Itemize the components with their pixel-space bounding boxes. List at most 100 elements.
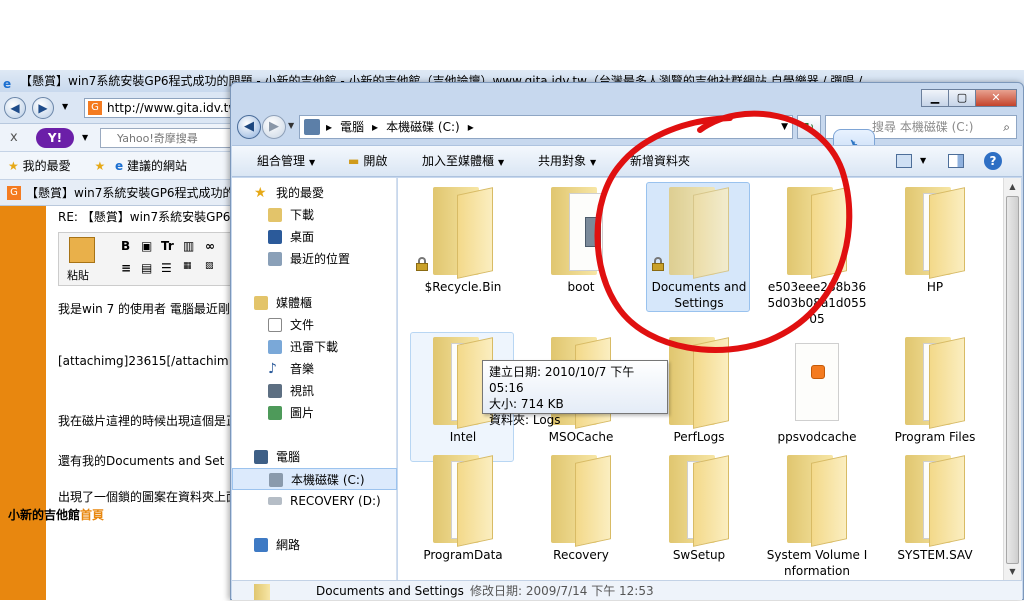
folder-item[interactable]: ppsvodcache (764, 332, 868, 462)
new-folder-button[interactable]: 新增資料夾 (630, 146, 690, 176)
folder-item[interactable]: SwSetup (646, 450, 750, 580)
search-placeholder: 搜尋 本機磁碟 (C:) (872, 120, 974, 134)
nav-music[interactable]: ♪ 音樂 (232, 358, 397, 380)
browser-url: http://www.gita.idv.tw/ (107, 101, 234, 115)
folder-item[interactable]: ProgramData (410, 450, 514, 580)
folder-item[interactable]: Recovery (528, 450, 632, 580)
command-bar: 組合管理 ▼ ▬ 開啟 加入至媒體櫃 ▼ 共用對象 ▼ 新增資料夾 ▼ ? (232, 145, 1022, 177)
folder-item[interactable]: boot (528, 182, 632, 312)
refresh-button[interactable]: ↻ (797, 115, 821, 139)
details-name: Documents and Settings (316, 584, 464, 598)
close-button[interactable]: ✕ (975, 89, 1017, 107)
music-icon: ♪ (268, 361, 277, 377)
address-row: ◀ ▶ ▼ ▸ 電腦 ▸ 本機磁碟 (C:) ▸ ▼ ↻ 搜尋 本機磁碟 (C:) ⌕ … (237, 113, 1017, 169)
share-with-button[interactable]: 共用對象 ▼ (538, 146, 596, 178)
ie-icon: e (115, 159, 124, 173)
add-to-library-button[interactable]: 加入至媒體櫃 ▼ (422, 146, 504, 178)
align-icon[interactable]: ≡ (121, 261, 131, 275)
paste-icon[interactable] (69, 237, 95, 263)
nav-drive-c[interactable]: 本機磁碟 (C:) (232, 468, 397, 490)
hard-drive-icon (268, 497, 282, 505)
nav-documents[interactable]: 文件 (232, 314, 397, 336)
forward-button[interactable]: ▶ (262, 115, 286, 139)
home-link[interactable]: 首頁 (80, 508, 104, 522)
folder-item[interactable]: System Volume Information (764, 450, 868, 580)
star-icon[interactable]: ★ (8, 159, 19, 173)
address-dropdown-icon[interactable]: ▼ (781, 116, 788, 138)
browser-back-button[interactable]: ◀ (4, 97, 26, 119)
nav-desktop[interactable]: 桌面 (232, 226, 397, 248)
bold-icon[interactable]: B (121, 239, 130, 253)
folder-item[interactable]: SYSTEM.SAV (882, 450, 986, 580)
nav-thunder-downloads[interactable]: 迅雷下載 (232, 336, 397, 358)
post-text-line: 我是win 7 的使用者 電腦最近剛 (58, 302, 230, 316)
video-icon (268, 384, 282, 398)
folder-icon (254, 584, 270, 600)
change-view-icon[interactable] (896, 154, 912, 168)
add-favorite-icon[interactable]: ★ (94, 159, 105, 173)
maximize-button[interactable]: ▢ (948, 89, 976, 107)
nav-favorites[interactable]: ★ 我的最愛 (232, 182, 397, 204)
scroll-down-icon[interactable]: ▼ (1004, 563, 1021, 580)
suggested-sites-link[interactable]: 建議的網站 (127, 159, 187, 173)
nav-drive-d[interactable]: RECOVERY (D:) (232, 490, 397, 512)
nav-pictures[interactable]: 圖片 (232, 402, 397, 424)
desktop-icon (268, 230, 282, 244)
folder-tooltip: 建立日期: 2010/10/7 下午 05:16 大小: 714 KB 資料夾:… (482, 360, 668, 427)
organize-button[interactable]: 組合管理 ▼ (257, 146, 315, 178)
breadcrumb-separator-icon[interactable]: ▸ (468, 120, 474, 134)
recent-pages-chevron-icon[interactable]: ▼ (288, 121, 294, 130)
nav-recent-places[interactable]: 最近的位置 (232, 248, 397, 270)
nav-downloads[interactable]: 下載 (232, 204, 397, 226)
tooltip-folders: 資料夾: Logs (489, 413, 561, 427)
favorites-button[interactable]: 我的最愛 (23, 159, 71, 173)
nav-computer[interactable]: 電腦 (232, 446, 397, 468)
breadcrumb-drive-c[interactable]: 本機磁碟 (C:) (386, 120, 460, 134)
chevron-down-icon[interactable]: ▼ (82, 133, 88, 142)
back-button[interactable]: ◀ (237, 115, 261, 139)
folder-item[interactable]: $Recycle.Bin (410, 182, 514, 312)
browser-url-field[interactable]: G http://www.gita.idv.tw/ (84, 98, 234, 118)
breadcrumb-separator-icon[interactable]: ▸ (326, 120, 332, 134)
hide-icon[interactable]: ▦ (183, 261, 192, 271)
site-footer-link[interactable]: 小新的吉他館首頁 (8, 506, 104, 523)
chevron-down-icon[interactable]: ▼ (62, 102, 68, 111)
scrollbar-thumb[interactable] (1006, 196, 1019, 564)
breadcrumb-separator-icon[interactable]: ▸ (372, 120, 378, 134)
address-bar[interactable]: ▸ 電腦 ▸ 本機磁碟 (C:) ▸ ▼ (299, 115, 793, 139)
thunder-download-icon (268, 340, 282, 354)
vertical-scrollbar[interactable]: ▲ ▼ (1003, 178, 1021, 580)
breadcrumb-computer[interactable]: 電腦 (340, 120, 364, 134)
font-size-icon[interactable]: Tr (161, 239, 174, 253)
folder-item-selected[interactable]: Documents and Settings (646, 182, 750, 312)
preview-pane-icon[interactable] (948, 154, 964, 168)
search-icon[interactable]: ⌕ (1003, 116, 1010, 138)
minimize-button[interactable]: ▁ (921, 89, 949, 107)
computer-icon (304, 119, 320, 135)
help-icon[interactable]: ? (984, 152, 1002, 170)
nav-libraries[interactable]: 媒體櫃 (232, 292, 397, 314)
yahoo-search-input[interactable] (100, 128, 235, 148)
scroll-up-icon[interactable]: ▲ (1004, 178, 1021, 195)
nav-videos[interactable]: 視訊 (232, 380, 397, 402)
table-icon[interactable]: ▤ (141, 261, 152, 275)
link-icon[interactable]: ∞ (205, 239, 215, 253)
close-icon[interactable]: x (10, 130, 18, 145)
network-icon (254, 538, 268, 552)
browser-forward-button[interactable]: ▶ (32, 97, 54, 119)
explorer-window: ▁ ▢ ✕ ◀ ▶ ▼ ▸ 電腦 ▸ 本機磁碟 (C:) ▸ ▼ ↻ 搜尋 本機磁碟 (C:… (230, 82, 1024, 600)
fill-color-icon[interactable]: ▣ (141, 239, 152, 253)
folder-item[interactable]: Program Files (882, 332, 986, 462)
view-options-chevron-icon[interactable]: ▼ (920, 146, 926, 176)
list-icon[interactable]: ☰ (161, 261, 172, 275)
nav-network[interactable]: 網路 (232, 534, 397, 556)
folder-item[interactable]: HP (882, 182, 986, 312)
details-pane: Documents and Settings 修改日期: 2009/7/14 下… (232, 580, 1022, 600)
yahoo-logo-icon[interactable]: Y! (36, 128, 74, 148)
open-button[interactable]: ▬ 開啟 (348, 146, 387, 176)
free-icon[interactable]: ▧ (205, 261, 214, 271)
hard-drive-icon (269, 473, 283, 487)
folder-item[interactable]: e503eee288b365d03b08a1d05505 (764, 182, 868, 326)
text-color-icon[interactable]: ▥ (183, 239, 194, 253)
site-favicon-icon: G (88, 101, 102, 115)
